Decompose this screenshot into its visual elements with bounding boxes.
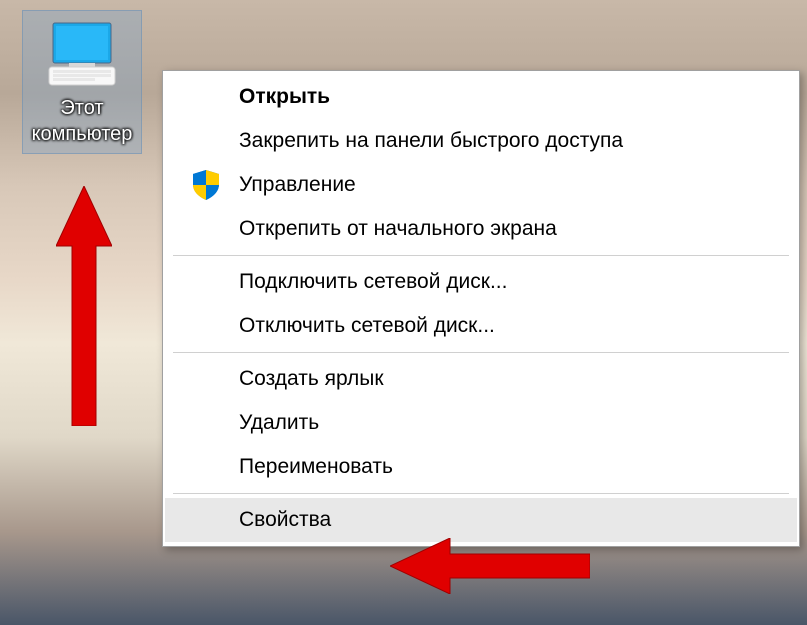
menu-item-label: Создать ярлык [239,367,384,391]
menu-item-unpin-start[interactable]: Открепить от начального экрана [165,207,797,251]
shield-icon [189,168,223,202]
menu-item-label: Переименовать [239,455,393,479]
menu-item-disconnect-network-drive[interactable]: Отключить сетевой диск... [165,304,797,348]
annotation-arrow-up [56,186,112,426]
menu-item-label: Закрепить на панели быстрого доступа [239,129,623,153]
menu-separator [173,493,789,494]
menu-item-create-shortcut[interactable]: Создать ярлык [165,357,797,401]
desktop-icon-label: Этот компьютер [27,95,137,147]
menu-item-label: Открепить от начального экрана [239,217,557,241]
menu-item-label: Удалить [239,411,319,435]
menu-item-open[interactable]: Открыть [165,75,797,119]
desktop-icon-this-pc[interactable]: Этот компьютер [22,10,142,154]
menu-item-manage[interactable]: Управление [165,163,797,207]
menu-separator [173,352,789,353]
context-menu: Открыть Закрепить на панели быстрого дос… [162,70,800,547]
menu-item-label: Отключить сетевой диск... [239,314,495,338]
menu-item-map-network-drive[interactable]: Подключить сетевой диск... [165,260,797,304]
menu-item-label: Подключить сетевой диск... [239,270,507,294]
computer-icon [43,19,121,91]
menu-separator [173,255,789,256]
menu-item-delete[interactable]: Удалить [165,401,797,445]
menu-item-rename[interactable]: Переименовать [165,445,797,489]
menu-item-pin-quick-access[interactable]: Закрепить на панели быстрого доступа [165,119,797,163]
menu-item-label: Управление [239,173,356,197]
menu-item-label: Открыть [239,85,330,109]
menu-item-properties[interactable]: Свойства [165,498,797,542]
menu-item-label: Свойства [239,508,331,532]
